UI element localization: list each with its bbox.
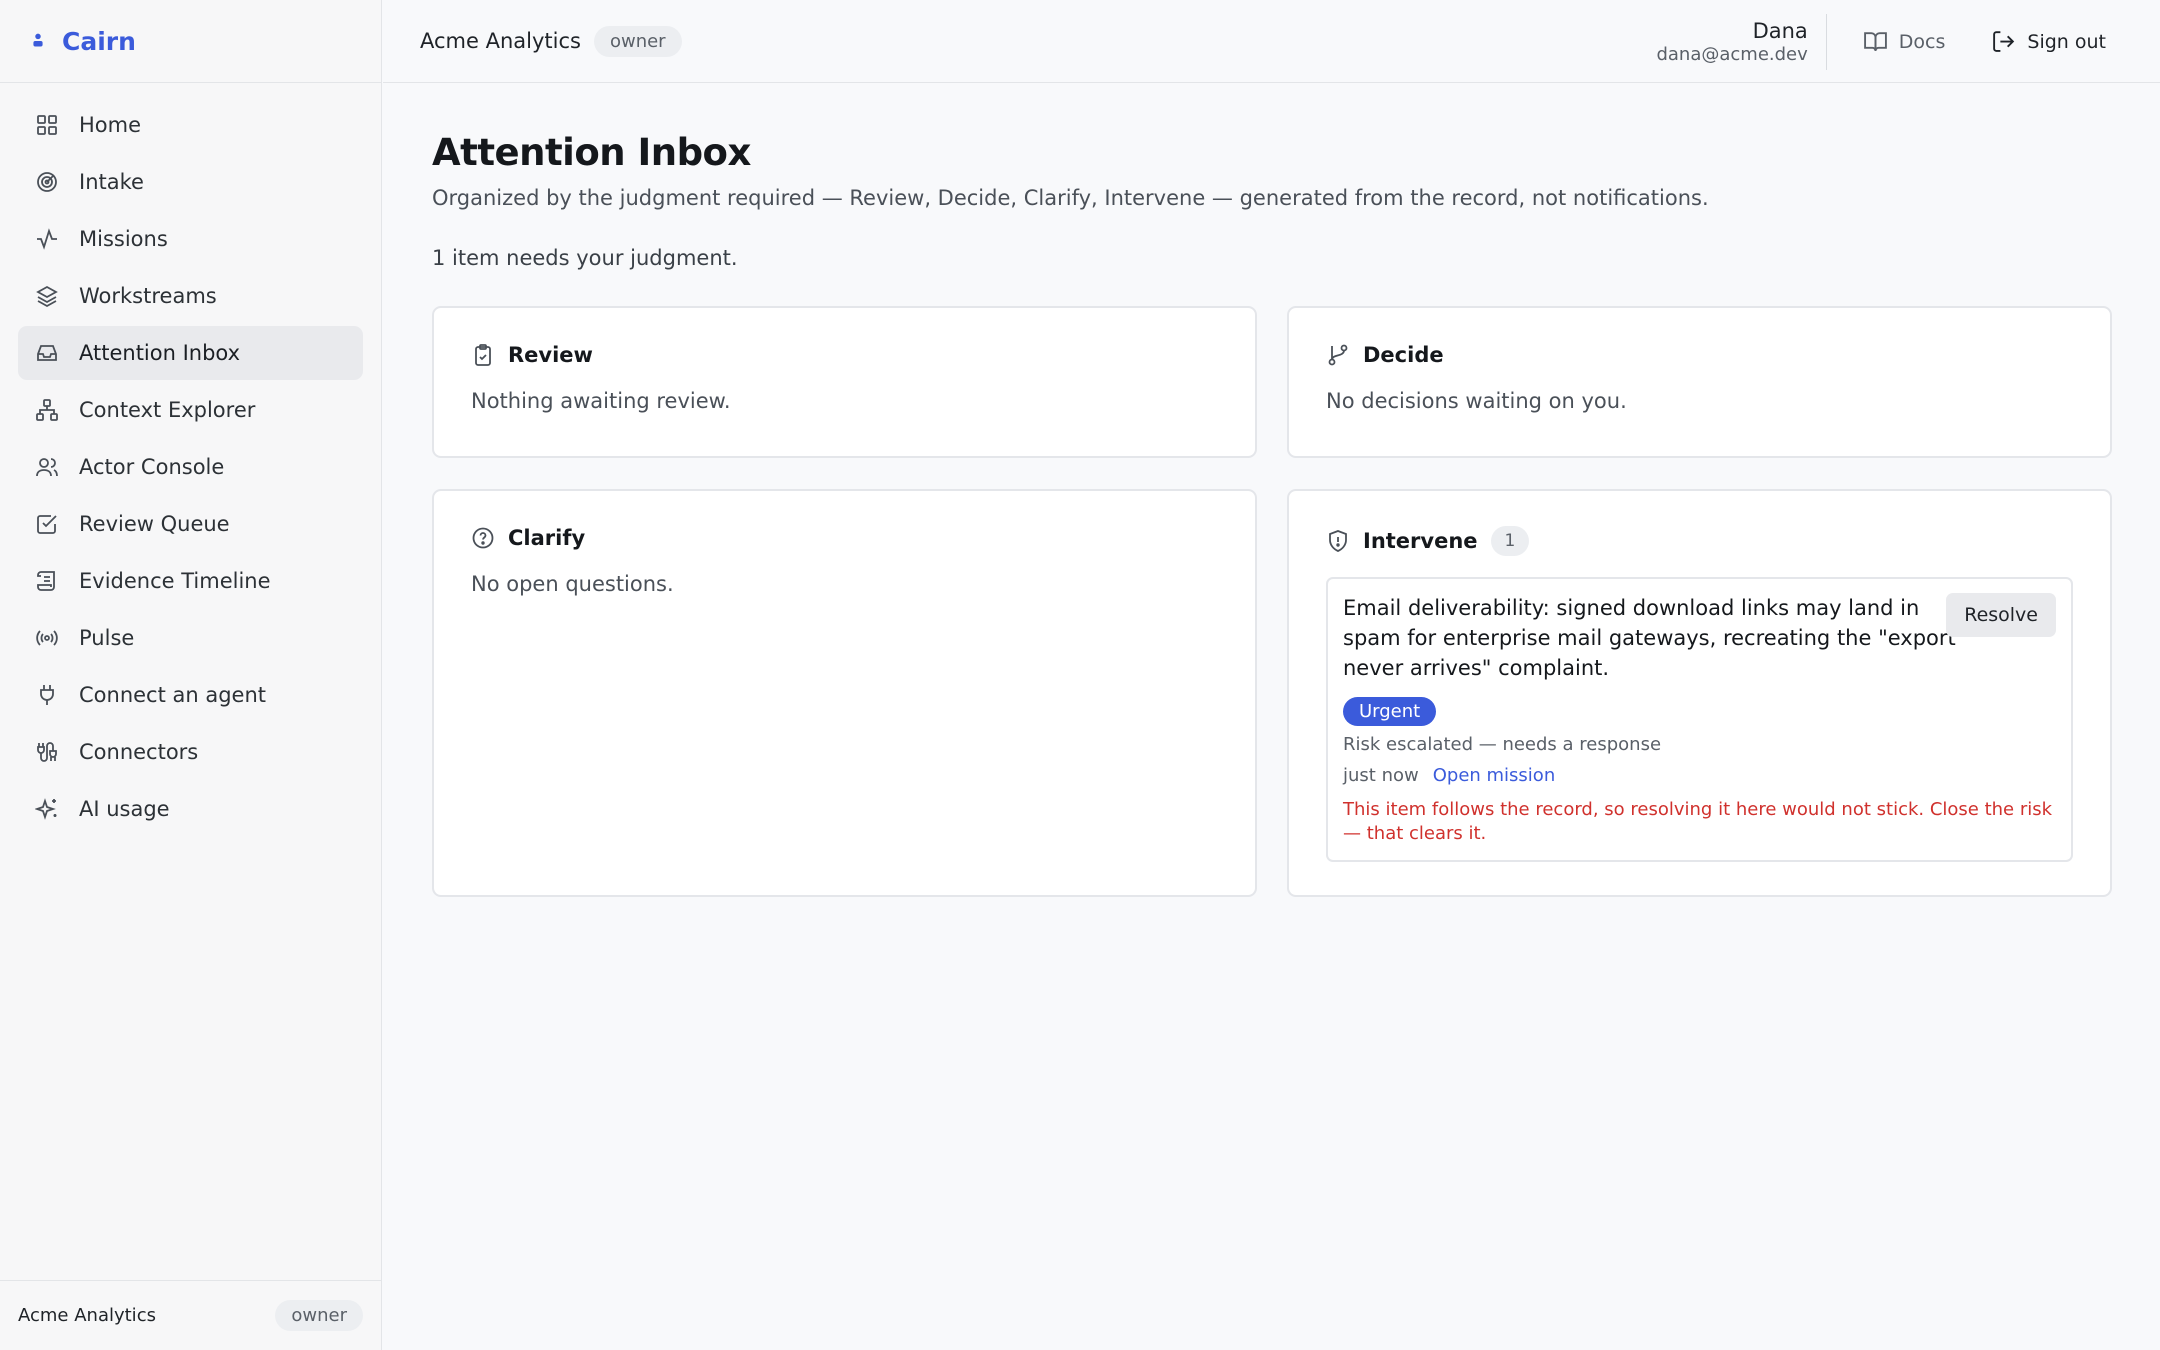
inbox-icon	[35, 341, 59, 365]
clarify-card: Clarify No open questions.	[432, 489, 1257, 897]
sidebar-item-label: Workstreams	[79, 284, 217, 308]
network-icon	[35, 398, 59, 422]
judgment-count: 1 item needs your judgment.	[432, 246, 738, 270]
cable-icon	[35, 740, 59, 764]
user-email: dana@acme.dev	[1656, 43, 1808, 65]
item-timestamp: just now	[1343, 765, 1419, 786]
person-icon	[27, 30, 49, 52]
sidebar-item-label: Actor Console	[79, 455, 225, 479]
page-subtitle: Organized by the judgment required — Rev…	[432, 186, 1709, 210]
git-branch-icon	[1326, 343, 1350, 367]
inbox-item: Email deliverability: signed download li…	[1326, 577, 2073, 862]
docs-label: Docs	[1898, 30, 1946, 53]
user-info: Dana dana@acme.dev	[1656, 13, 1827, 70]
sidebar-item-label: Review Queue	[79, 512, 230, 536]
scroll-icon	[35, 569, 59, 593]
item-footer: just now Open mission	[1343, 765, 2057, 786]
sidebar-item-review-queue[interactable]: Review Queue	[18, 497, 363, 551]
sidebar-item-pulse[interactable]: Pulse	[18, 611, 363, 665]
card-title: Review	[508, 343, 593, 367]
topbar: Acme Analytics owner Dana dana@acme.dev …	[383, 0, 2160, 83]
sidebar-item-label: Connectors	[79, 740, 199, 764]
sidebar-item-label: Evidence Timeline	[79, 569, 271, 593]
docs-link[interactable]: Docs	[1863, 29, 1946, 54]
check-square-icon	[35, 512, 59, 536]
sidebar-item-home[interactable]: Home	[18, 98, 363, 152]
clipboard-check-icon	[471, 343, 495, 367]
card-title: Clarify	[508, 526, 586, 550]
empty-state: No decisions waiting on you.	[1326, 389, 1627, 413]
sidebar: Cairn Home Intake Missions Workstreams A…	[0, 0, 382, 1350]
topbar-right: Dana dana@acme.dev Docs Sign out	[1656, 0, 2160, 83]
sidebar-item-workstreams[interactable]: Workstreams	[18, 269, 363, 323]
workspace-name: Acme Analytics	[420, 29, 581, 53]
layers-icon	[35, 284, 59, 308]
empty-state: Nothing awaiting review.	[471, 389, 731, 413]
sidebar-footer[interactable]: Acme Analytics owner	[0, 1280, 381, 1350]
main-content: Attention Inbox Organized by the judgmen…	[432, 83, 2112, 270]
brand[interactable]: Cairn	[0, 0, 381, 83]
resolve-button[interactable]: Resolve	[1946, 593, 2056, 637]
sidebar-item-connect-an-agent[interactable]: Connect an agent	[18, 668, 363, 722]
open-mission-link[interactable]: Open mission	[1433, 765, 1556, 786]
role-badge: owner	[275, 1300, 363, 1331]
sidebar-nav: Home Intake Missions Workstreams Attenti…	[0, 83, 381, 836]
sparkles-icon	[35, 797, 59, 821]
sidebar-item-missions[interactable]: Missions	[18, 212, 363, 266]
brand-name: Cairn	[62, 26, 136, 56]
plug-icon	[35, 683, 59, 707]
sidebar-item-label: AI usage	[79, 797, 170, 821]
sidebar-item-label: Pulse	[79, 626, 135, 650]
decide-card: Decide No decisions waiting on you.	[1287, 306, 2112, 458]
shield-alert-icon	[1326, 529, 1350, 553]
sidebar-item-label: Connect an agent	[79, 683, 267, 707]
sidebar-item-context-explorer[interactable]: Context Explorer	[18, 383, 363, 437]
sidebar-item-label: Context Explorer	[79, 398, 256, 422]
sidebar-item-label: Home	[79, 113, 142, 137]
empty-state: No open questions.	[471, 572, 674, 596]
grid-icon	[35, 113, 59, 137]
sidebar-item-label: Attention Inbox	[79, 341, 241, 365]
users-icon	[35, 455, 59, 479]
sidebar-item-attention-inbox[interactable]: Attention Inbox	[18, 326, 363, 380]
target-icon	[35, 170, 59, 194]
sign-out-label: Sign out	[2027, 30, 2106, 53]
page-title: Attention Inbox	[432, 131, 751, 174]
sidebar-item-label: Missions	[79, 227, 168, 251]
user-name: Dana	[1752, 18, 1808, 43]
sign-out-button[interactable]: Sign out	[1991, 29, 2106, 54]
sidebar-item-intake[interactable]: Intake	[18, 155, 363, 209]
sidebar-item-ai-usage[interactable]: AI usage	[18, 782, 363, 836]
intervene-card: Intervene 1 Email deliverability: signed…	[1287, 489, 2112, 897]
item-description: Email deliverability: signed download li…	[1343, 596, 1956, 680]
book-icon	[1863, 29, 1899, 54]
sidebar-item-actor-console[interactable]: Actor Console	[18, 440, 363, 494]
radio-icon	[35, 626, 59, 650]
org-name: Acme Analytics	[18, 1305, 156, 1326]
activity-icon	[35, 227, 59, 251]
card-title: Intervene	[1363, 529, 1478, 553]
log-out-icon	[1991, 29, 2027, 54]
role-badge: owner	[593, 25, 682, 57]
card-title: Decide	[1363, 343, 1444, 367]
count-badge: 1	[1490, 526, 1530, 556]
urgent-badge: Urgent	[1343, 697, 1437, 726]
sidebar-item-label: Intake	[79, 170, 144, 194]
help-circle-icon	[471, 526, 495, 550]
sidebar-item-evidence-timeline[interactable]: Evidence Timeline	[18, 554, 363, 608]
sidebar-item-connectors[interactable]: Connectors	[18, 725, 363, 779]
item-reason: Risk escalated — needs a response	[1343, 734, 1662, 755]
review-card: Review Nothing awaiting review.	[432, 306, 1257, 458]
item-warning: This item follows the record, so resolvi…	[1343, 799, 2053, 844]
